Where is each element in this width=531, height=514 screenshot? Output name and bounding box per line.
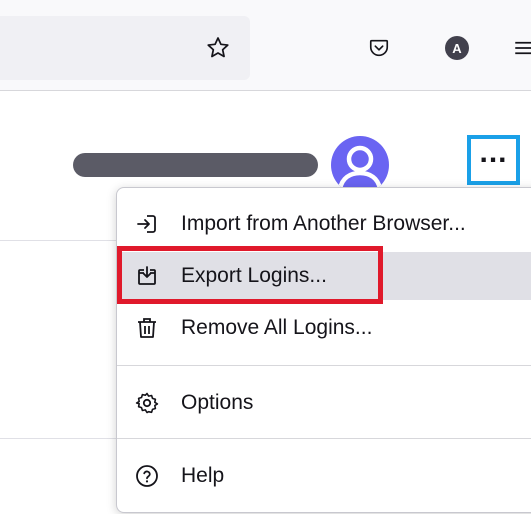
menu-separator — [117, 438, 531, 439]
gear-icon — [135, 391, 159, 415]
menu-item-label: Remove All Logins... — [181, 316, 373, 339]
pocket-icon[interactable] — [365, 34, 393, 62]
browser-toolbar: A — [0, 0, 531, 91]
redacted-username — [73, 153, 318, 177]
star-icon[interactable] — [198, 32, 238, 64]
menu-separator — [117, 365, 531, 366]
import-icon — [135, 212, 159, 236]
logins-options-menu: Import from Another Browser... Export Lo… — [116, 187, 531, 513]
menu-item-help[interactable]: Help — [117, 452, 531, 500]
export-highlight-box — [117, 246, 383, 304]
more-options-label: ... — [479, 136, 508, 169]
account-initial: A — [452, 41, 462, 56]
user-avatar-icon[interactable] — [330, 135, 390, 195]
menu-item-import[interactable]: Import from Another Browser... — [117, 200, 531, 248]
menu-item-label: Help — [181, 464, 225, 487]
hamburger-icon[interactable] — [510, 36, 531, 60]
menu-item-label: Options — [181, 391, 254, 414]
list-divider — [0, 438, 116, 439]
menu-item-remove-all[interactable]: Remove All Logins... — [117, 304, 531, 352]
menu-item-options[interactable]: Options — [117, 379, 531, 427]
trash-icon — [135, 316, 159, 340]
list-divider — [0, 240, 116, 241]
more-options-button[interactable]: ... — [467, 135, 520, 185]
account-avatar-icon[interactable]: A — [443, 34, 471, 62]
menu-item-label: Import from Another Browser... — [181, 212, 466, 235]
help-icon — [135, 464, 159, 488]
